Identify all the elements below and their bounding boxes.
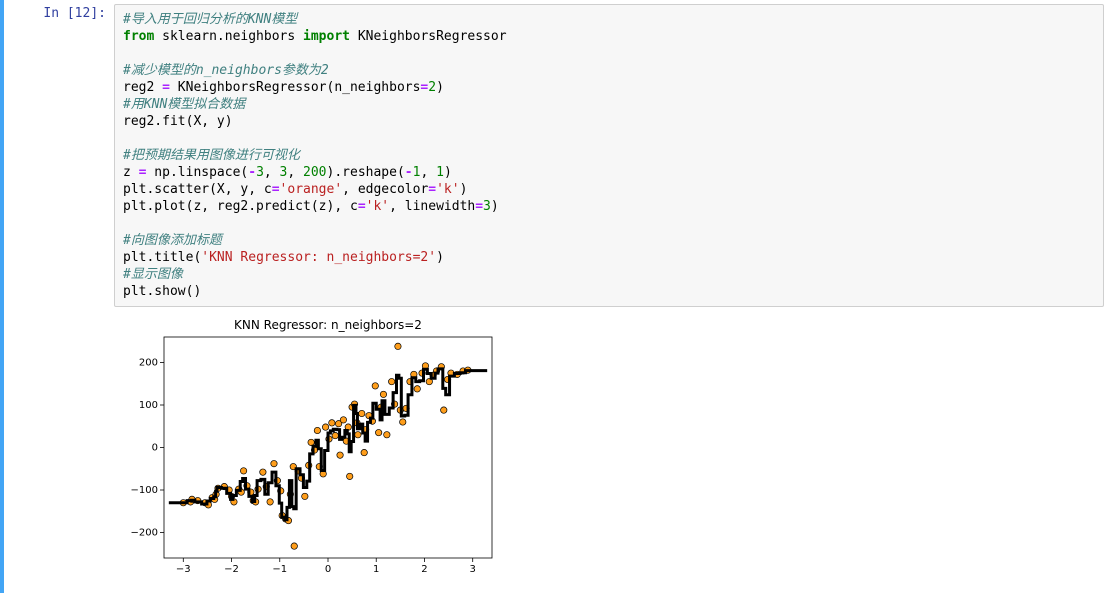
code-token: reg2 <box>123 80 162 95</box>
code-token: ) <box>436 250 444 265</box>
code-token: , edgecolor <box>342 182 428 197</box>
code-token: = <box>358 199 366 214</box>
code-token: from <box>123 29 154 44</box>
svg-text:−100: −100 <box>131 485 158 496</box>
code-token: plt.scatter(X, y, c <box>123 182 272 197</box>
code-line: #减少模型的n_neighbors参数为2 <box>123 63 329 78</box>
code-token: 'KNN Regressor: n_neighbors=2' <box>201 250 436 265</box>
code-token: plt.plot(z, reg2.predict(z), c <box>123 199 358 214</box>
svg-text:200: 200 <box>139 358 158 369</box>
svg-text:2: 2 <box>421 564 427 575</box>
code-token: 3 <box>256 165 264 180</box>
svg-text:−3: −3 <box>176 564 191 575</box>
svg-text:0: 0 <box>325 564 331 575</box>
svg-text:3: 3 <box>470 564 476 575</box>
code-token: np.linspace( <box>146 165 248 180</box>
code-token: ) <box>491 199 499 214</box>
code-token: - <box>248 165 256 180</box>
code-line: #导入用于回归分析的KNN模型 <box>123 12 297 27</box>
code-token: KNeighborsRegressor <box>350 29 507 44</box>
svg-text:−2: −2 <box>224 564 239 575</box>
code-token: KNeighborsRegressor(n_neighbors <box>170 80 420 95</box>
code-token: z <box>123 165 139 180</box>
code-token: = <box>162 80 170 95</box>
code-token: 'k' <box>366 199 389 214</box>
code-line: #向图像添加标题 <box>123 233 222 248</box>
code-token: 'orange' <box>280 182 343 197</box>
code-line: plt.show() <box>123 284 201 299</box>
svg-text:0: 0 <box>152 443 158 454</box>
svg-text:−1: −1 <box>272 564 287 575</box>
code-token: , <box>420 165 436 180</box>
code-token: ) <box>460 182 468 197</box>
code-token: - <box>405 165 413 180</box>
code-line: #把预期结果用图像进行可视化 <box>123 148 300 163</box>
code-token: 3 <box>483 199 491 214</box>
chart-svg: KNN Regressor: n_neighbors=2 −3 −2 −1 0 1 2 3 −2… <box>114 315 504 580</box>
svg-text:100: 100 <box>139 400 158 411</box>
cell-content: #导入用于回归分析的KNN模型 from sklearn.neighbors i… <box>114 0 1110 593</box>
notebook-cell: In [12]: #导入用于回归分析的KNN模型 from sklearn.ne… <box>0 0 1110 593</box>
code-token: import <box>303 29 350 44</box>
code-token: = <box>272 182 280 197</box>
code-token: 2 <box>428 80 436 95</box>
code-token: 200 <box>303 165 326 180</box>
code-token: 'k' <box>436 182 459 197</box>
output-figure: KNN Regressor: n_neighbors=2 −3 −2 −1 0 1 2 3 −2… <box>114 315 1104 583</box>
code-line: reg2.fit(X, y) <box>123 114 233 129</box>
code-token: = <box>428 182 436 197</box>
code-line: #用KNN模型拟合数据 <box>123 97 245 112</box>
code-line: #显示图像 <box>123 267 183 282</box>
code-token: , <box>287 165 303 180</box>
code-token: , <box>264 165 280 180</box>
svg-text:KNN Regressor: n_neighbors=2: KNN Regressor: n_neighbors=2 <box>234 318 422 332</box>
svg-text:−200: −200 <box>131 528 158 539</box>
code-token: sklearn.neighbors <box>154 29 303 44</box>
svg-text:1: 1 <box>373 564 379 575</box>
code-token: ) <box>444 165 452 180</box>
code-token: = <box>475 199 483 214</box>
code-token: 1 <box>436 165 444 180</box>
input-prompt: In [12]: <box>4 0 114 593</box>
prompt-text: In [12]: <box>43 6 106 21</box>
code-token: ).reshape( <box>327 165 405 180</box>
code-token: plt.title( <box>123 250 201 265</box>
code-token: , linewidth <box>389 199 475 214</box>
code-input[interactable]: #导入用于回归分析的KNN模型 from sklearn.neighbors i… <box>114 4 1104 307</box>
code-token: ) <box>436 80 444 95</box>
